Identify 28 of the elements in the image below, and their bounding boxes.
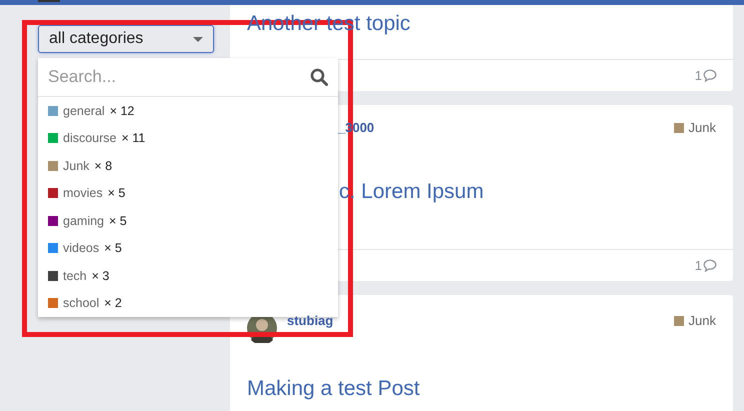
category-option[interactable]: discourse	[63, 131, 116, 146]
topic-count: × 12	[110, 104, 134, 118]
caret-icon	[193, 36, 203, 42]
category-option[interactable]: movies	[63, 186, 103, 200]
search-field[interactable]: Search...	[48, 66, 268, 87]
category-option[interactable]: videos	[63, 241, 100, 256]
category-label[interactable]: Junk	[688, 313, 716, 328]
speech-bubble-icon	[703, 69, 717, 82]
category-option[interactable]: general	[63, 104, 105, 118]
category-option[interactable]: school	[63, 296, 100, 310]
topic-count: × 8	[94, 158, 112, 173]
reply-count: 1	[694, 258, 702, 273]
category-dropdown[interactable]: all categories	[38, 25, 214, 53]
topic-title[interactable]: Making a test Post	[247, 377, 716, 401]
topic-count: × 2	[104, 296, 122, 310]
topic-count: × 5	[108, 186, 126, 200]
topic-count: × 3	[92, 268, 110, 283]
reply-count: 1	[694, 68, 702, 83]
category-option[interactable]: gaming	[63, 214, 104, 228]
category-option[interactable]: Junk	[63, 158, 90, 173]
topic-count: × 5	[109, 214, 127, 228]
speech-bubble-icon	[703, 259, 717, 272]
author-name[interactable]: stubiag	[287, 313, 334, 328]
category-label[interactable]: Junk	[688, 120, 716, 135]
topic-count: × 5	[104, 241, 122, 256]
search-icon[interactable]	[310, 68, 328, 86]
topic-count: × 11	[122, 131, 146, 146]
category-option[interactable]: tech	[63, 268, 87, 283]
